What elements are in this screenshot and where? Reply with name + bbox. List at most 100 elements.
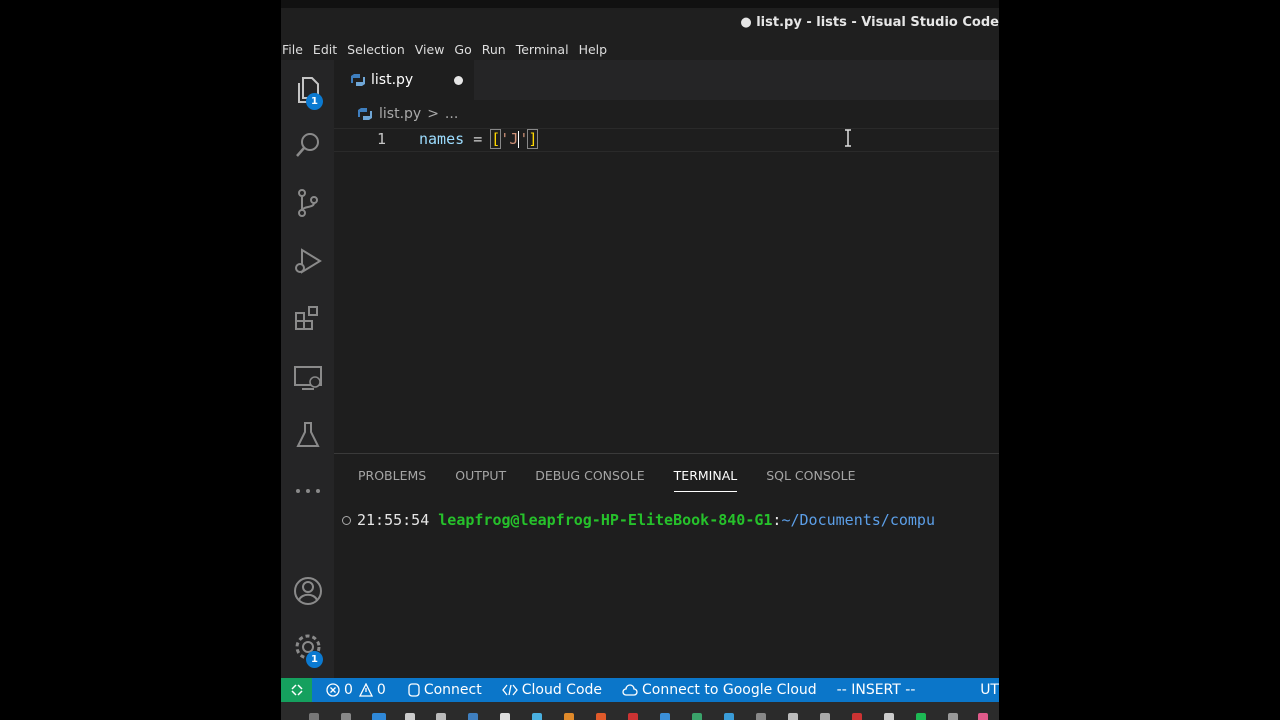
tab-terminal[interactable]: TERMINAL [673,468,738,492]
taskbar-app-icon[interactable] [978,713,988,720]
tab-list-py[interactable]: list.py [334,60,474,100]
terminal-user-host: leapfrog@leapfrog-HP-EliteBook-840-G1 [438,511,773,529]
flask-icon [295,422,320,447]
code-operator: = [473,130,483,148]
title-bar: ● list.py - lists - Visual Studio Code [281,8,999,38]
taskbar-app-icon[interactable] [852,713,862,720]
explorer-button[interactable]: 1 [281,64,334,114]
unsaved-dot-icon[interactable] [454,76,463,85]
taskbar-app-icon[interactable] [948,713,958,720]
cloud-code-status[interactable]: Cloud Code [501,682,603,698]
status-bar: 0 0 Connect Cloud Code Connect to Google… [281,678,999,702]
taskbar-app-icon[interactable] [532,713,542,720]
error-icon [326,683,340,697]
tab-debug-console[interactable]: DEBUG CONSOLE [535,468,644,492]
taskbar-app-icon[interactable] [405,713,415,720]
menu-file[interactable]: File [281,42,308,57]
line-number: 1 [377,130,387,148]
source-control-button[interactable] [281,178,334,228]
more-icon [295,489,320,493]
remote-explorer-icon [293,366,322,390]
run-debug-icon [294,248,322,274]
terminal-status-icon [342,516,351,525]
extensions-icon [294,306,318,330]
settings-badge: 1 [306,651,323,668]
menu-terminal[interactable]: Terminal [511,42,574,57]
remote-icon [290,684,303,696]
menu-help[interactable]: Help [574,42,613,57]
python-file-icon [358,108,372,120]
run-debug-button[interactable] [281,236,334,286]
search-button[interactable] [281,120,334,170]
tab-problems[interactable]: PROBLEMS [358,468,426,492]
database-icon [408,683,420,697]
code-variable: names [419,130,465,148]
encoding-status[interactable]: UT [980,682,999,698]
taskbar-app-icon[interactable] [724,713,734,720]
google-cloud-label: Connect to Google Cloud [642,682,817,698]
breadcrumb-separator: > [427,106,439,122]
code-line[interactable]: names = ['J'] [419,129,539,149]
menu-selection[interactable]: Selection [342,42,410,57]
terminal-prompt[interactable]: 21:55:54 leapfrog@leapfrog-HP-EliteBook-… [342,511,935,529]
manage-button[interactable]: 1 [281,622,334,672]
menu-bar: File Edit Selection View Go Run Terminal… [281,38,999,60]
cloud-code-label: Cloud Code [521,682,603,698]
taskbar-app-icon[interactable] [468,713,478,720]
connect-label: Connect [423,682,482,698]
testing-button[interactable] [281,410,334,460]
taskbar-app-icon[interactable] [564,713,574,720]
editor-tabs: list.py [334,60,999,100]
account-icon [293,577,322,605]
breadcrumb-more[interactable]: ... [445,106,458,122]
code-bracket-open: [ [490,129,502,149]
taskbar-app-icon[interactable] [756,713,766,720]
more-button[interactable] [281,466,334,516]
source-control-icon [297,189,318,217]
error-count: 0 [344,682,353,698]
menu-edit[interactable]: Edit [308,42,342,57]
tab-sql-console[interactable]: SQL CONSOLE [766,468,855,492]
window-title: ● list.py - lists - Visual Studio Code [740,15,999,30]
menu-run[interactable]: Run [477,42,511,57]
remote-explorer-button[interactable] [281,352,334,402]
breadcrumb-file[interactable]: list.py [379,106,421,122]
taskbar-app-icon[interactable] [660,713,670,720]
taskbar-app-icon[interactable] [788,713,798,720]
activity-bar: 1 1 [281,60,334,678]
vim-mode-status: -- INSERT -- [837,682,916,698]
taskbar-app-icon[interactable] [596,713,606,720]
menu-view[interactable]: View [410,42,450,57]
breadcrumb: list.py > ... [358,104,464,124]
warning-count: 0 [376,682,386,698]
extensions-button[interactable] [281,294,334,344]
taskbar-app-icon[interactable] [500,713,510,720]
bottom-panel: PROBLEMS OUTPUT DEBUG CONSOLE TERMINAL S… [334,453,999,679]
connect-status[interactable]: Connect [408,682,482,698]
vscode-window: ● list.py - lists - Visual Studio Code F… [281,0,999,720]
taskbar-app-icon[interactable] [341,713,351,720]
taskbar-app-icon[interactable] [309,713,319,720]
remote-indicator[interactable] [281,678,312,702]
os-taskbar [281,702,999,720]
taskbar-app-icon[interactable] [692,713,702,720]
taskbar-vscode-icon[interactable] [372,713,386,720]
problems-status[interactable]: 0 0 [326,682,386,698]
taskbar-app-icon[interactable] [916,713,926,720]
taskbar-app-icon[interactable] [884,713,894,720]
warning-icon [358,683,373,697]
google-cloud-status[interactable]: Connect to Google Cloud [622,682,817,698]
tab-output[interactable]: OUTPUT [455,468,506,492]
menu-go[interactable]: Go [449,42,476,57]
tab-label: list.py [371,72,414,88]
encoding-label: UT [980,682,999,698]
accounts-button[interactable] [281,566,334,616]
taskbar-app-icon[interactable] [628,713,638,720]
taskbar-app-icon[interactable] [820,713,830,720]
taskbar-app-icon[interactable] [436,713,446,720]
code-brackets-icon [501,684,518,696]
system-top-bar [281,0,999,8]
terminal-time: 21:55:54 [357,511,430,529]
python-file-icon [351,74,365,86]
vim-mode-label: -- INSERT -- [836,682,916,698]
